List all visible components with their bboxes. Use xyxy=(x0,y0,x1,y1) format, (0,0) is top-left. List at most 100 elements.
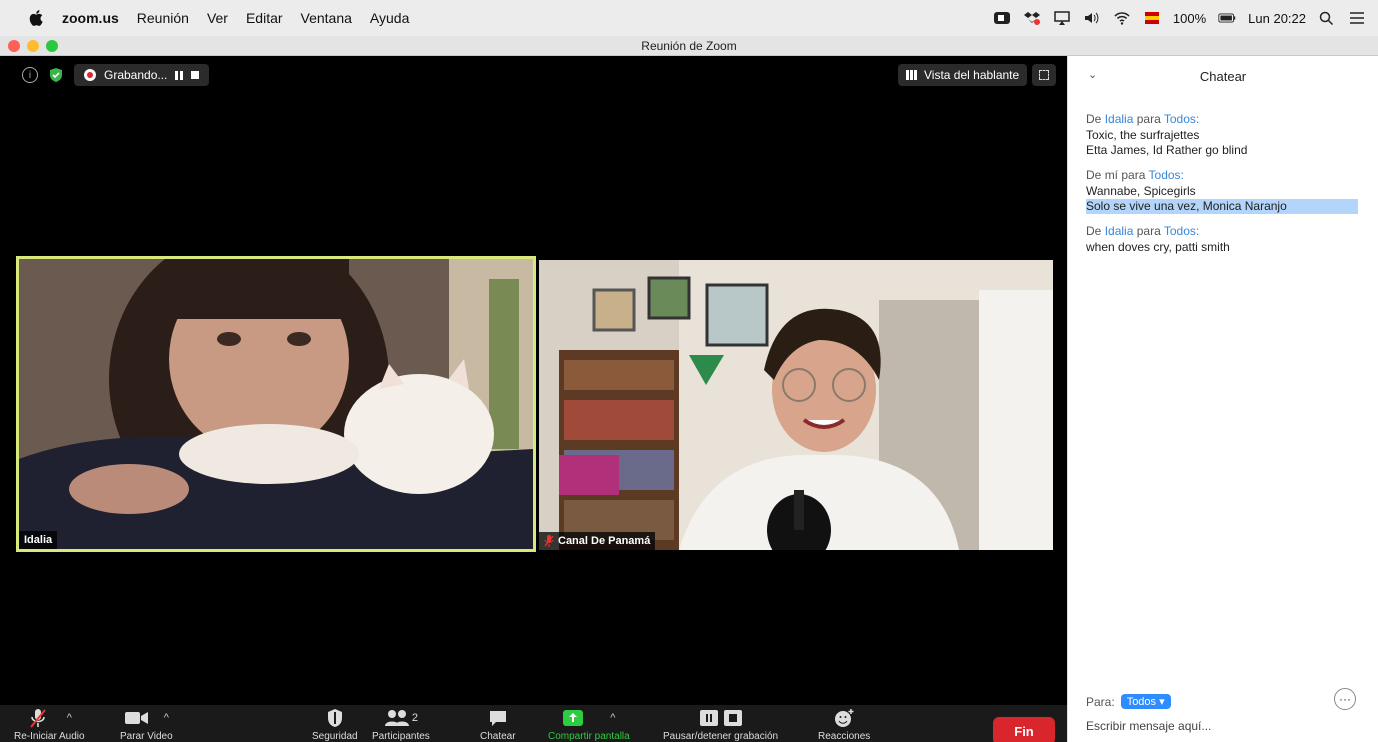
audio-options-chevron-icon[interactable]: ^ xyxy=(67,712,72,724)
security-button[interactable]: Seguridad xyxy=(312,705,358,742)
de-word: De xyxy=(1086,224,1102,238)
chat-message: De mí para Todos: Wannabe, Spicegirls So… xyxy=(1086,168,1376,214)
window-title: Reunión de Zoom xyxy=(641,38,737,53)
recipient-name: Todos xyxy=(1148,168,1181,182)
share-screen-button[interactable]: ^ Compartir pantalla xyxy=(548,705,630,742)
record-control-button[interactable]: Pausar/detener grabación xyxy=(663,705,778,742)
chat-message-text-selected: Solo se vive una vez, Monica Naranjo xyxy=(1086,199,1358,214)
menu-reunion[interactable]: Reunión xyxy=(137,10,189,26)
meeting-toolbar: ^ Re-Iniciar Audio ^ Parar Video Segurid… xyxy=(0,705,1067,742)
sender-name[interactable]: Idalia xyxy=(1105,224,1134,238)
participant-name: Canal De Panamá xyxy=(558,535,651,547)
zoom-window-button[interactable] xyxy=(46,40,58,52)
airplay-icon[interactable] xyxy=(1053,10,1071,26)
chat-message-text: Toxic, the surfrajettes xyxy=(1086,128,1200,142)
minimize-window-button[interactable] xyxy=(27,40,39,52)
chat-message-header: De Idalia para Todos: xyxy=(1086,224,1200,238)
chat-message-header: De Idalia para Todos: xyxy=(1086,112,1200,126)
menu-editar[interactable]: Editar xyxy=(246,10,283,26)
recording-indicator: Grabando... xyxy=(74,64,210,86)
de-word: De xyxy=(1086,168,1102,182)
de-word: De xyxy=(1086,112,1102,126)
share-screen-icon xyxy=(563,710,584,726)
chat-bubble-icon xyxy=(489,711,506,726)
control-center-icon[interactable] xyxy=(1348,10,1366,26)
para-word: para xyxy=(1136,112,1161,126)
participant-name-tag: Idalia xyxy=(19,531,58,549)
chat-message-header: De mí para Todos: xyxy=(1086,168,1184,182)
audio-button[interactable]: ^ Re-Iniciar Audio xyxy=(14,705,85,742)
menu-app-name[interactable]: zoom.us xyxy=(62,10,119,26)
fullscreen-button[interactable] xyxy=(1032,64,1056,86)
chat-message-input[interactable]: Escribir mensaje aquí... xyxy=(1086,719,1366,733)
para-word: para xyxy=(1136,224,1161,238)
menu-bar: zoom.us Reunión Ver Editar Ventana Ayuda… xyxy=(0,0,1378,36)
chat-title: Chatear xyxy=(1199,68,1247,84)
reactions-smiley-icon xyxy=(835,709,854,727)
participants-count: 2 xyxy=(411,712,418,724)
chat-button-label: Chatear xyxy=(480,731,516,742)
security-button-label: Seguridad xyxy=(312,731,358,742)
chat-messages: De Idalia para Todos: Toxic, the surfraj… xyxy=(1086,112,1376,265)
keyboard-flag-icon[interactable] xyxy=(1143,10,1161,26)
wifi-icon[interactable] xyxy=(1113,10,1131,26)
dropbox-icon[interactable] xyxy=(1023,10,1041,26)
end-meeting-button[interactable]: Fin xyxy=(993,717,1055,742)
pause-recording-icon[interactable] xyxy=(175,70,184,80)
video-button-label: Parar Video xyxy=(120,731,173,742)
pause-stop-recording-icon xyxy=(699,710,742,726)
dropdown-caret-icon: ▾ xyxy=(1159,696,1165,708)
chat-message-text: when doves cry, patti smith xyxy=(1086,240,1230,254)
spotlight-search-icon[interactable] xyxy=(1318,10,1336,26)
reactions-button[interactable]: Reacciones xyxy=(818,705,870,742)
recipient-value: Todos xyxy=(1126,696,1157,708)
speaker-view-button[interactable]: Vista del hablante xyxy=(898,64,1028,86)
chat-panel: ⌄ Chatear De Idalia para Todos: Toxic, t… xyxy=(1067,56,1378,742)
share-options-chevron-icon[interactable]: ^ xyxy=(610,712,615,724)
audio-button-label: Re-Iniciar Audio xyxy=(14,731,85,742)
chat-message: De Idalia para Todos: when doves cry, pa… xyxy=(1086,224,1376,255)
video-area: i Grabando... Vista del hablante Idalia … xyxy=(0,56,1067,742)
sender-name[interactable]: Idalia xyxy=(1105,112,1134,126)
video-button[interactable]: ^ Parar Video xyxy=(120,705,173,742)
chat-message-text: Etta James, Id Rather go blind xyxy=(1086,143,1248,157)
video-camera-icon xyxy=(124,712,148,724)
volume-icon[interactable] xyxy=(1083,10,1101,26)
meeting-top-bar: i Grabando... xyxy=(22,64,210,86)
recording-label: Grabando... xyxy=(104,68,168,82)
menu-ventana[interactable]: Ventana xyxy=(301,10,352,26)
menu-ayuda[interactable]: Ayuda xyxy=(370,10,409,26)
reactions-label: Reacciones xyxy=(818,731,871,742)
participant-name-tag: Canal De Panamá xyxy=(539,532,656,550)
recipient-dropdown[interactable]: Todos ▾ xyxy=(1120,694,1171,709)
clock[interactable]: Lun 20:22 xyxy=(1248,11,1306,26)
more-options-icon[interactable]: ··· xyxy=(1334,688,1356,710)
recipient-name: Todos xyxy=(1163,224,1196,238)
security-shield-icon xyxy=(327,709,342,727)
battery-icon[interactable] xyxy=(1218,10,1236,26)
participants-button-label: Participantes xyxy=(372,731,430,742)
zoom-status-icon[interactable] xyxy=(993,10,1011,26)
stop-recording-icon[interactable] xyxy=(191,71,200,79)
menu-ver[interactable]: Ver xyxy=(207,10,228,26)
meeting-info-icon[interactable]: i xyxy=(22,67,38,83)
apple-icon[interactable] xyxy=(28,9,46,27)
close-window-button[interactable] xyxy=(8,40,20,52)
window-controls xyxy=(8,40,58,52)
video-tile-canal-de-panama[interactable]: Canal De Panamá xyxy=(539,260,1053,550)
participants-button[interactable]: 2 Participantes xyxy=(372,705,430,742)
chat-header: ⌄ Chatear xyxy=(1068,56,1378,96)
record-control-label: Pausar/detener grabación xyxy=(663,731,779,742)
chat-message: De Idalia para Todos: Toxic, the surfraj… xyxy=(1086,112,1376,158)
speaker-view-label: Vista del hablante xyxy=(924,68,1020,82)
video-options-chevron-icon[interactable]: ^ xyxy=(164,712,169,724)
battery-percent: 100% xyxy=(1172,10,1207,26)
encryption-shield-icon[interactable] xyxy=(48,67,64,83)
video-feed-idalia xyxy=(19,259,533,549)
chevron-down-icon[interactable]: ⌄ xyxy=(1088,68,1097,81)
share-screen-label: Compartir pantalla xyxy=(548,731,630,742)
recipient-row: Para: Todos ▾ xyxy=(1086,694,1366,709)
video-tile-idalia[interactable]: Idalia xyxy=(16,256,536,552)
view-grid-icon xyxy=(906,70,918,80)
chat-button[interactable]: Chatear xyxy=(480,705,516,742)
